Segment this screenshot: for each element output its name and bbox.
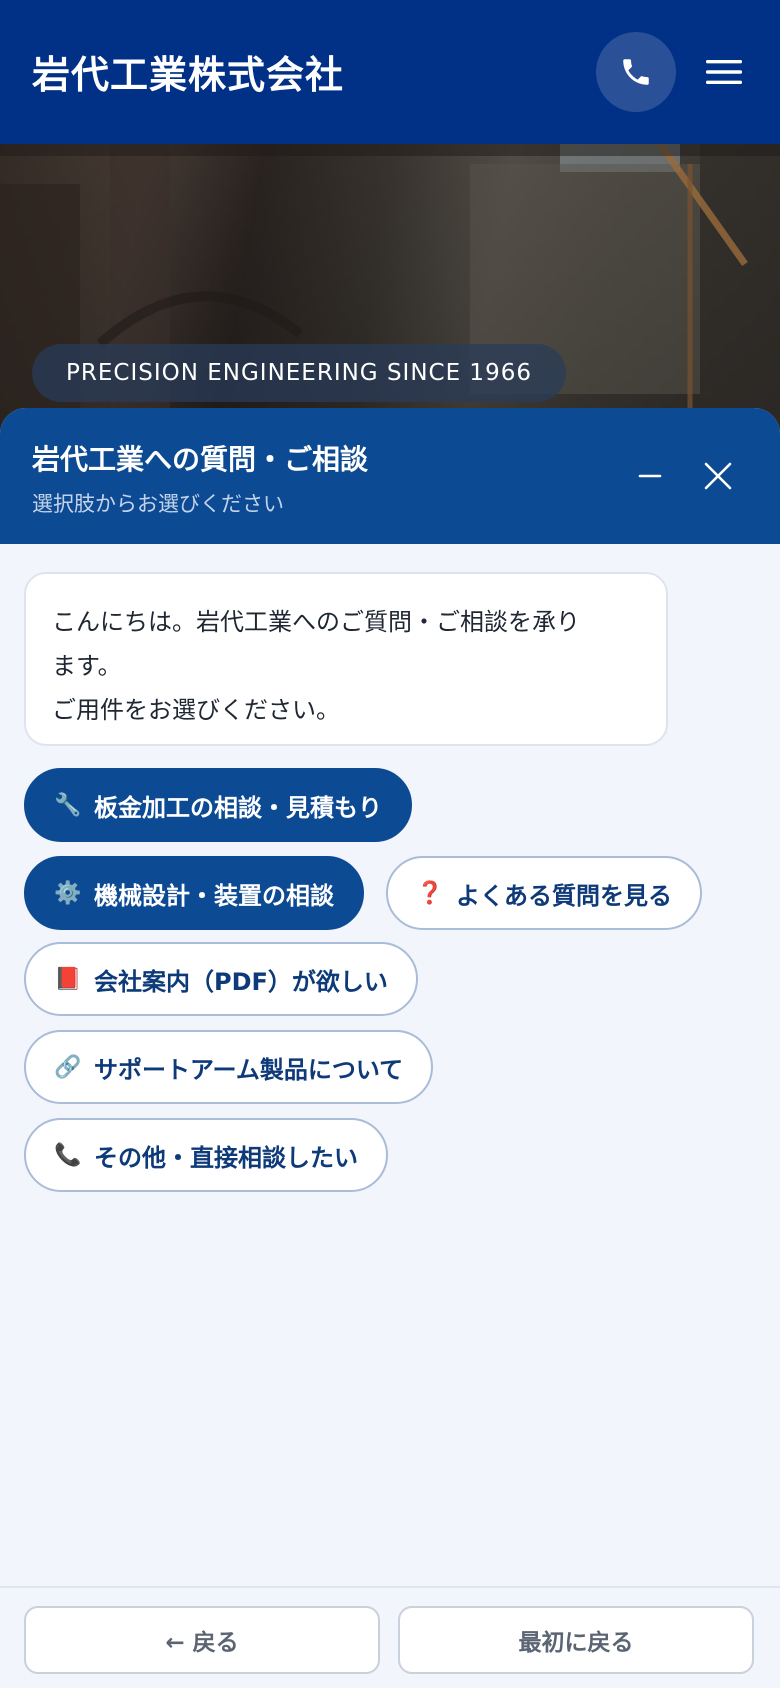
option-label: サポートアーム製品について: [94, 1055, 404, 1084]
option-label: 機械設計・装置の相談: [94, 881, 334, 910]
hero-banner: PRECISION ENGINEERING SINCE 1966: [0, 144, 780, 434]
bot-message-line: こんにちは。岩代工業へのご質問・ご相談を承り: [52, 608, 580, 636]
hamburger-menu-icon: [706, 60, 742, 84]
menu-button[interactable]: [700, 44, 748, 100]
question-mark-icon: ❓: [416, 880, 444, 906]
option-sheet-metal-quote[interactable]: 🔧 板金加工の相談・見積もり: [24, 768, 412, 842]
chat-subtitle: 選択肢からお選びください: [32, 492, 284, 516]
chat-title: 岩代工業への質問・ご相談: [32, 443, 369, 476]
option-label: 会社案内（PDF）が欲しい: [94, 967, 388, 996]
phone-button[interactable]: [596, 32, 676, 112]
option-label: よくある質問を見る: [456, 881, 672, 910]
option-faq[interactable]: ❓ よくある質問を見る: [386, 856, 702, 930]
back-button[interactable]: ← 戻る: [24, 1606, 380, 1674]
option-label: 板金加工の相談・見積もり: [94, 793, 382, 822]
telephone-icon: 📞: [54, 1142, 82, 1168]
site-header: 岩代工業株式会社: [0, 0, 780, 144]
gear-icon: ⚙️: [54, 880, 82, 906]
minimize-icon: [638, 474, 662, 478]
option-support-arm[interactable]: 🔗 サポートアーム製品について: [24, 1030, 434, 1104]
option-company-brochure[interactable]: 📕 会社案内（PDF）が欲しい: [24, 942, 418, 1016]
bot-message-line: ます。: [52, 652, 122, 680]
option-other-contact[interactable]: 📞 その他・直接相談したい: [24, 1118, 388, 1192]
company-logo-text[interactable]: 岩代工業株式会社: [32, 44, 344, 99]
bot-message-line: ご用件をお選びください。: [52, 696, 340, 724]
bot-message-bubble: こんにちは。岩代工業へのご質問・ご相談を承り ます。 ご用件をお選びください。: [24, 572, 668, 746]
chat-header: 岩代工業への質問・ご相談 選択肢からお選びください: [0, 408, 780, 544]
link-icon: 🔗: [54, 1054, 82, 1080]
hero-tagline: PRECISION ENGINEERING SINCE 1966: [32, 344, 566, 402]
book-icon: 📕: [54, 966, 82, 992]
close-icon: [704, 462, 732, 490]
option-machine-design[interactable]: ⚙️ 機械設計・装置の相談: [24, 856, 364, 930]
option-label: その他・直接相談したい: [94, 1143, 358, 1172]
chat-footer: ← 戻る 最初に戻る: [0, 1586, 780, 1688]
wrench-icon: 🔧: [54, 792, 82, 818]
minimize-button[interactable]: [626, 452, 674, 500]
phone-icon: [623, 59, 649, 85]
close-button[interactable]: [694, 452, 742, 500]
chat-panel: 岩代工業への質問・ご相談 選択肢からお選びください こんにちは。岩代工業へのご質…: [0, 408, 780, 1688]
restart-button[interactable]: 最初に戻る: [398, 1606, 754, 1674]
